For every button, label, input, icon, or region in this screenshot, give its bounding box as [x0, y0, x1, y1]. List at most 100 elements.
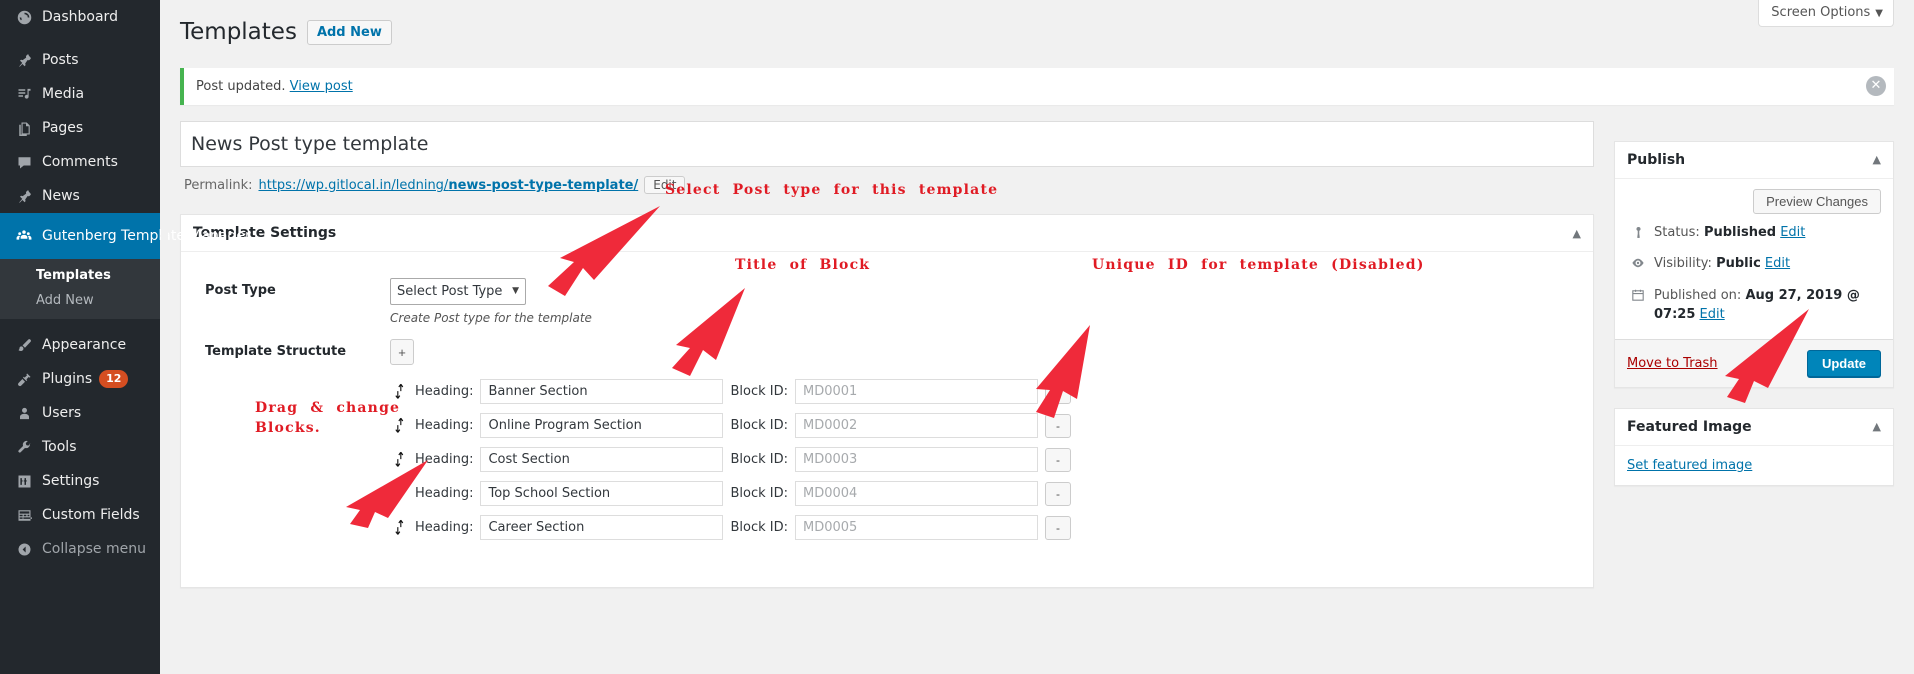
sidebar-item-pages[interactable]: Pages	[0, 111, 160, 145]
permalink-slug: news-post-type-template/	[448, 177, 639, 193]
editor-main-column: Permalink: https://wp.gitlocal.in/lednin…	[180, 120, 1594, 589]
remove-block-button[interactable]: -	[1045, 447, 1072, 472]
drag-handle-icon[interactable]	[390, 450, 408, 470]
template-structure-control: +	[390, 339, 1581, 366]
block-id-input[interactable]	[795, 481, 1039, 507]
featured-image-body: Set featured image	[1615, 446, 1893, 485]
add-new-button[interactable]: Add New	[306, 19, 392, 45]
sidebar-item-label: Media	[42, 85, 85, 102]
permalink-link[interactable]: https://wp.gitlocal.in/ledning/news-post…	[259, 178, 639, 193]
sidebar-item-appearance[interactable]: Appearance	[0, 328, 160, 362]
dashboard-icon	[12, 10, 36, 25]
remove-block-button[interactable]: -	[1045, 379, 1072, 404]
featured-image-title: Featured Image	[1627, 418, 1752, 435]
block-id-input[interactable]	[795, 447, 1039, 473]
sidebar-item-label: Comments	[42, 153, 118, 170]
block-heading-input[interactable]	[480, 515, 724, 541]
screen-options-toggle[interactable]: Screen Options ▼	[1758, 0, 1894, 27]
sidebar-item-gutenberg-template-manager[interactable]: Gutenberg Template Manager	[0, 213, 251, 259]
status-text: Status: Published Edit	[1654, 223, 1805, 243]
plugins-update-badge: 12	[99, 369, 129, 389]
featured-image-header[interactable]: Featured Image ▲	[1615, 409, 1893, 446]
editor-side-column: Publish ▲ Preview Changes Status: Publis…	[1614, 121, 1894, 486]
main-content: Screen Options ▼ Templates Add New Post u…	[160, 0, 1914, 674]
chevron-up-icon[interactable]: ▲	[1573, 227, 1581, 240]
published-label: Published on:	[1654, 287, 1742, 303]
publish-major-actions: Move to Trash Update	[1615, 338, 1893, 387]
block-row: Heading: Block ID: -	[390, 379, 1581, 405]
sidebar-item-custom-fields[interactable]: Custom Fields	[0, 498, 160, 532]
users-group-icon	[12, 228, 36, 244]
chevron-up-icon[interactable]: ▲	[1873, 420, 1881, 433]
post-title-input[interactable]	[189, 124, 1585, 164]
remove-block-button[interactable]: -	[1045, 413, 1072, 438]
pin-icon	[1629, 223, 1647, 246]
collapse-menu-label: Collapse menu	[42, 540, 146, 557]
block-id-input[interactable]	[795, 515, 1039, 541]
block-heading-input[interactable]	[480, 447, 724, 473]
post-visibility-row: Visibility: Public Edit	[1627, 245, 1881, 277]
post-updated-notice: Post updated. View post ✕	[180, 67, 1894, 105]
block-rows-list: Heading:Block ID:-Heading:Block ID:-Head…	[390, 379, 1581, 541]
heading-label: Heading:	[415, 418, 474, 434]
sidebar-item-media[interactable]: Media	[0, 77, 160, 111]
view-post-link[interactable]: View post	[290, 79, 353, 94]
block-id-label: Block ID:	[730, 520, 789, 536]
menu-separator	[0, 34, 160, 43]
sidebar-item-tools[interactable]: Tools	[0, 430, 160, 464]
drag-handle-icon[interactable]	[390, 382, 408, 402]
collapse-arrow-icon	[12, 542, 36, 557]
pin-icon	[12, 53, 36, 68]
collapse-menu-button[interactable]: Collapse menu	[0, 532, 160, 566]
edit-published-link[interactable]: Edit	[1700, 307, 1725, 322]
template-settings-header[interactable]: Template Settings ▲	[181, 215, 1593, 253]
block-row: Heading: Block ID: -	[390, 413, 1581, 439]
sidebar-item-posts[interactable]: Posts	[0, 43, 160, 77]
remove-block-button[interactable]: -	[1045, 481, 1072, 506]
sidebar-item-news[interactable]: News	[0, 179, 160, 213]
edit-permalink-button[interactable]: Edit	[644, 176, 686, 195]
sidebar-item-add-new[interactable]: Add New	[0, 288, 160, 313]
post-status-row: Status: Published Edit	[1627, 214, 1881, 246]
plug-icon	[12, 372, 36, 387]
block-heading-input[interactable]	[480, 379, 724, 405]
chevron-up-icon[interactable]: ▲	[1873, 153, 1881, 166]
update-button[interactable]: Update	[1806, 349, 1881, 377]
permalink-base: https://wp.gitlocal.in/ledning/	[258, 177, 449, 193]
sidebar-item-label: Plugins	[42, 370, 93, 387]
drag-handle-icon[interactable]	[390, 518, 408, 538]
sidebar-item-label: News	[42, 187, 80, 204]
sidebar-item-comments[interactable]: Comments	[0, 145, 160, 179]
edit-status-link[interactable]: Edit	[1780, 225, 1805, 240]
sidebar-item-dashboard[interactable]: Dashboard	[0, 0, 160, 34]
sidebar-item-templates[interactable]: Templates	[0, 263, 160, 288]
drag-handle-icon[interactable]	[390, 416, 408, 436]
block-id-input[interactable]	[795, 413, 1039, 439]
sidebar-item-users[interactable]: Users	[0, 396, 160, 430]
visibility-value: Public	[1716, 256, 1761, 272]
remove-block-button[interactable]: -	[1045, 515, 1072, 540]
block-id-input[interactable]	[795, 379, 1039, 405]
publish-box-header[interactable]: Publish ▲	[1615, 142, 1893, 179]
sidebar-item-label: Gutenberg Template Manager	[42, 227, 251, 244]
block-heading-input[interactable]	[480, 413, 724, 439]
set-featured-image-link[interactable]: Set featured image	[1627, 458, 1752, 473]
calendar-icon	[1629, 286, 1647, 309]
sidebar-item-label: Tools	[42, 438, 77, 455]
sidebar-item-label: Users	[42, 404, 82, 421]
edit-visibility-link[interactable]: Edit	[1765, 256, 1790, 271]
featured-image-box: Featured Image ▲ Set featured image	[1614, 407, 1894, 486]
sidebar-item-settings[interactable]: Settings	[0, 464, 160, 498]
wordpress-admin-screen: Dashboard Posts Media Pages Comments New…	[0, 0, 1914, 674]
preview-changes-button[interactable]: Preview Changes	[1753, 188, 1881, 214]
post-type-select[interactable]: Select Post Type	[390, 278, 526, 306]
sidebar-item-plugins[interactable]: Plugins 12	[0, 362, 160, 396]
drag-handle-icon[interactable]	[390, 484, 408, 504]
admin-sidebar: Dashboard Posts Media Pages Comments New…	[0, 0, 251, 674]
add-block-button[interactable]: +	[390, 339, 414, 366]
sidebar-item-label: Posts	[42, 51, 79, 68]
template-structure-label: Template Structute	[205, 344, 347, 360]
block-heading-input[interactable]	[480, 481, 724, 507]
move-to-trash-link[interactable]: Move to Trash	[1627, 356, 1718, 371]
close-icon[interactable]: ✕	[1866, 76, 1886, 97]
